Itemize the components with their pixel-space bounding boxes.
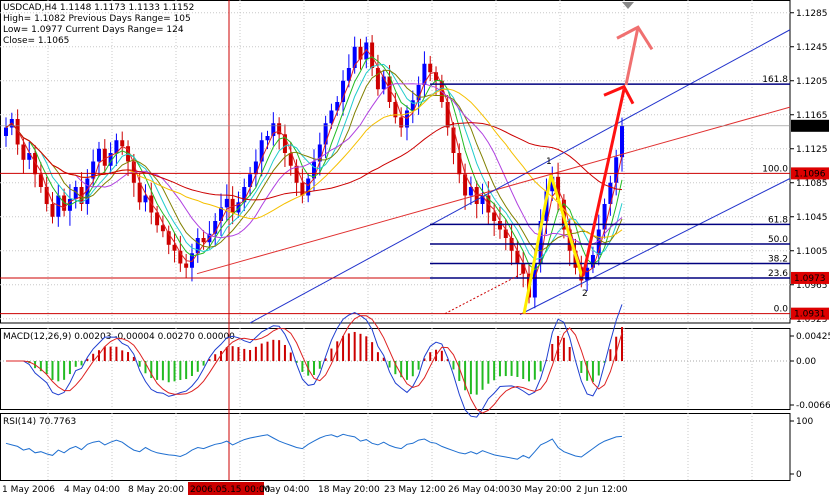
price-box-label: 1.1096 <box>794 169 826 179</box>
trend-line-blue-upper <box>249 29 791 324</box>
rsi-tick-label: 100 <box>796 417 813 427</box>
time-label-highlight: 2006.05.15 00:00 <box>190 485 271 495</box>
candle-body <box>224 198 229 208</box>
price-tick-label: 1.1205 <box>796 77 828 87</box>
time-label: 23 May 12:00 <box>384 485 446 495</box>
fib-level-label: 161.8 <box>762 75 788 85</box>
price-box-label: 1.0931 <box>794 310 826 320</box>
fib-level-label: 38.2 <box>768 255 788 265</box>
chart-window: 1.1285 1.1245 1.1205 1.1165 1.1125 1.1085 1.10… <box>0 0 830 497</box>
time-label: 1 May 2006 <box>2 485 55 495</box>
price-box-label: 1.0973 <box>794 274 826 284</box>
candle-body <box>590 255 595 268</box>
projection-arrow-head <box>603 84 635 105</box>
candles <box>4 35 624 309</box>
rsi-title: RSI(14) 70.7763 <box>3 417 76 427</box>
time-axis: 1 May 2006 4 May 04:00 8 May 20:00 2006.05.… <box>2 482 628 495</box>
time-label: 8 May 20:00 <box>128 485 184 495</box>
candle-body <box>120 140 125 147</box>
candle-body <box>492 212 497 221</box>
price-tick-label: 1.1005 <box>796 247 828 257</box>
time-label: 30 May 20:00 <box>510 485 572 495</box>
candle-body <box>184 263 189 268</box>
low-line: Low= 1.0977 Current Days Range= 124 <box>3 25 184 35</box>
fib-level-label: 100.0 <box>762 164 788 174</box>
time-label: 26 May 04:00 <box>448 485 510 495</box>
candle-body <box>422 63 427 85</box>
projection-arrows <box>581 25 654 277</box>
rsi-panel: RSI(14) 70.7763 100 0 <box>3 417 813 480</box>
target-arrow-line <box>624 26 640 86</box>
wave-label-1: 1 <box>546 157 552 167</box>
price-tick-label: 1.1085 <box>796 179 828 189</box>
chart-canvas: 1.12851.12451.12051.11651.11251.10851.10… <box>0 0 830 495</box>
candle-body <box>253 161 258 175</box>
wave-label-2: 2 <box>582 289 588 299</box>
rsi-line <box>5 433 623 460</box>
price-tick-label: 1.1285 <box>796 9 828 19</box>
macd-tick-label: -0.00661 <box>796 401 830 411</box>
fib-level-label: 0.0 <box>774 305 789 315</box>
price-box-label: 1.1152 <box>794 122 826 132</box>
candle-body <box>620 125 624 158</box>
candle-body <box>201 238 206 243</box>
price-tick-label: 1.1165 <box>796 111 828 121</box>
candle-body <box>428 63 433 73</box>
fib-level-label: 50.0 <box>768 235 788 245</box>
candle-body <box>503 229 508 238</box>
candle-body <box>300 182 305 196</box>
candle-body <box>102 148 107 166</box>
candle-body <box>21 144 26 160</box>
macd-tick-label: 0.00425 <box>796 332 830 342</box>
symbol-line: USDCAD,H4 1.1148 1.1173 1.1133 1.1152 <box>3 3 194 13</box>
candle-body <box>306 178 311 196</box>
fib-level-label: 61.8 <box>768 215 788 225</box>
price-tick-label: 1.1245 <box>796 43 828 53</box>
macd-panel: MACD(12,26,9) 0.00203 -0.00004 0.00270 0… <box>0 304 830 418</box>
candle-body <box>375 68 380 90</box>
shift-marker-icon <box>622 2 634 9</box>
candle-body <box>323 123 328 145</box>
candle-body <box>96 148 101 162</box>
candle-body <box>445 102 450 128</box>
chart-info: USDCAD,H4 1.1148 1.1173 1.1133 1.1152Hig… <box>3 3 194 46</box>
candle-body <box>265 136 270 141</box>
time-label: 4 May 04:00 <box>64 485 120 495</box>
high-line: High= 1.1082 Previous Days Range= 105 <box>3 14 191 24</box>
rsi-tick-label: 0 <box>796 470 802 480</box>
trend-lines <box>196 29 791 324</box>
grid-lines <box>0 0 790 480</box>
candle-body <box>614 157 619 183</box>
candle-body <box>50 204 55 217</box>
candle-body <box>4 127 8 136</box>
fib-level-label: 23.6 <box>768 269 788 279</box>
time-label: 2 Jun 12:00 <box>576 485 628 495</box>
time-label: 18 May 20:00 <box>318 485 380 495</box>
price-tick-label: 1.1045 <box>796 213 828 223</box>
time-label: May 04:00 <box>262 485 310 495</box>
price-tick-label: 1.1125 <box>796 145 828 155</box>
macd-tick-label: 0.00 <box>796 357 816 367</box>
close-line: Close= 1.1065 <box>3 36 69 46</box>
